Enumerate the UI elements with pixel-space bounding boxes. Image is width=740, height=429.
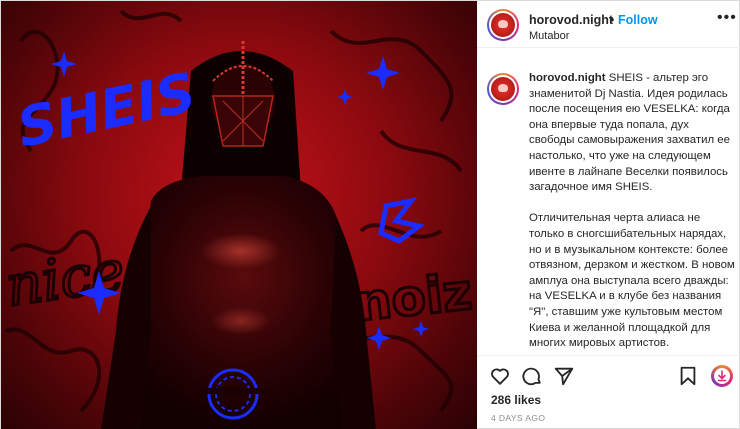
caption-username[interactable]: horovod.night (529, 72, 606, 84)
more-options-icon[interactable]: ••• (717, 9, 737, 27)
post-photo[interactable]: nice noiz SHEIS (1, 1, 477, 429)
avatar-ring (489, 75, 517, 103)
follow-button[interactable]: Follow (618, 13, 658, 27)
download-arrow-icon (717, 370, 727, 382)
photo-artwork: nice noiz SHEIS (1, 9, 476, 429)
post-caption: horovod.night SHEIS - альтер эго знамени… (529, 71, 737, 355)
action-bar (477, 357, 740, 393)
instagram-post: nice noiz SHEIS horovod.night • Follow M… (0, 0, 740, 429)
avatar-image (491, 13, 515, 37)
download-icon-inner (714, 368, 730, 384)
avatar-image (491, 77, 515, 101)
bookmark-icon[interactable] (677, 365, 699, 387)
location-link[interactable]: Mutabor (529, 30, 569, 42)
share-icon[interactable] (553, 365, 575, 387)
caption-paragraph-2: Отличительная черта алиаса не только в с… (529, 212, 735, 350)
separator-dot: • (610, 13, 615, 27)
graffiti-sheis-text: SHEIS (12, 61, 201, 160)
post-side-panel: horovod.night • Follow Mutabor ••• horov… (477, 1, 740, 429)
username-link[interactable]: horovod.night (529, 13, 613, 27)
graffiti-nice-text: nice (2, 239, 128, 320)
caption-avatar[interactable] (487, 73, 519, 105)
post-header: horovod.night • Follow Mutabor ••• (477, 1, 740, 48)
graffiti-noiz-text: noiz (353, 263, 475, 333)
caption-text-1: SHEIS - альтер эго знаменитой Dj Nastia.… (529, 72, 730, 194)
comments-area[interactable]: horovod.night SHEIS - альтер эго знамени… (477, 49, 740, 356)
avatar-ring (489, 11, 517, 39)
download-icon[interactable] (711, 365, 733, 387)
comment-icon[interactable] (521, 365, 543, 387)
caption-paragraph-1: horovod.night SHEIS - альтер эго знамени… (529, 71, 737, 196)
likes-count[interactable]: 286 likes (491, 393, 541, 407)
heart-icon[interactable] (489, 365, 511, 387)
post-timestamp[interactable]: 4 DAYS AGO (491, 413, 545, 423)
avatar[interactable] (487, 9, 519, 41)
